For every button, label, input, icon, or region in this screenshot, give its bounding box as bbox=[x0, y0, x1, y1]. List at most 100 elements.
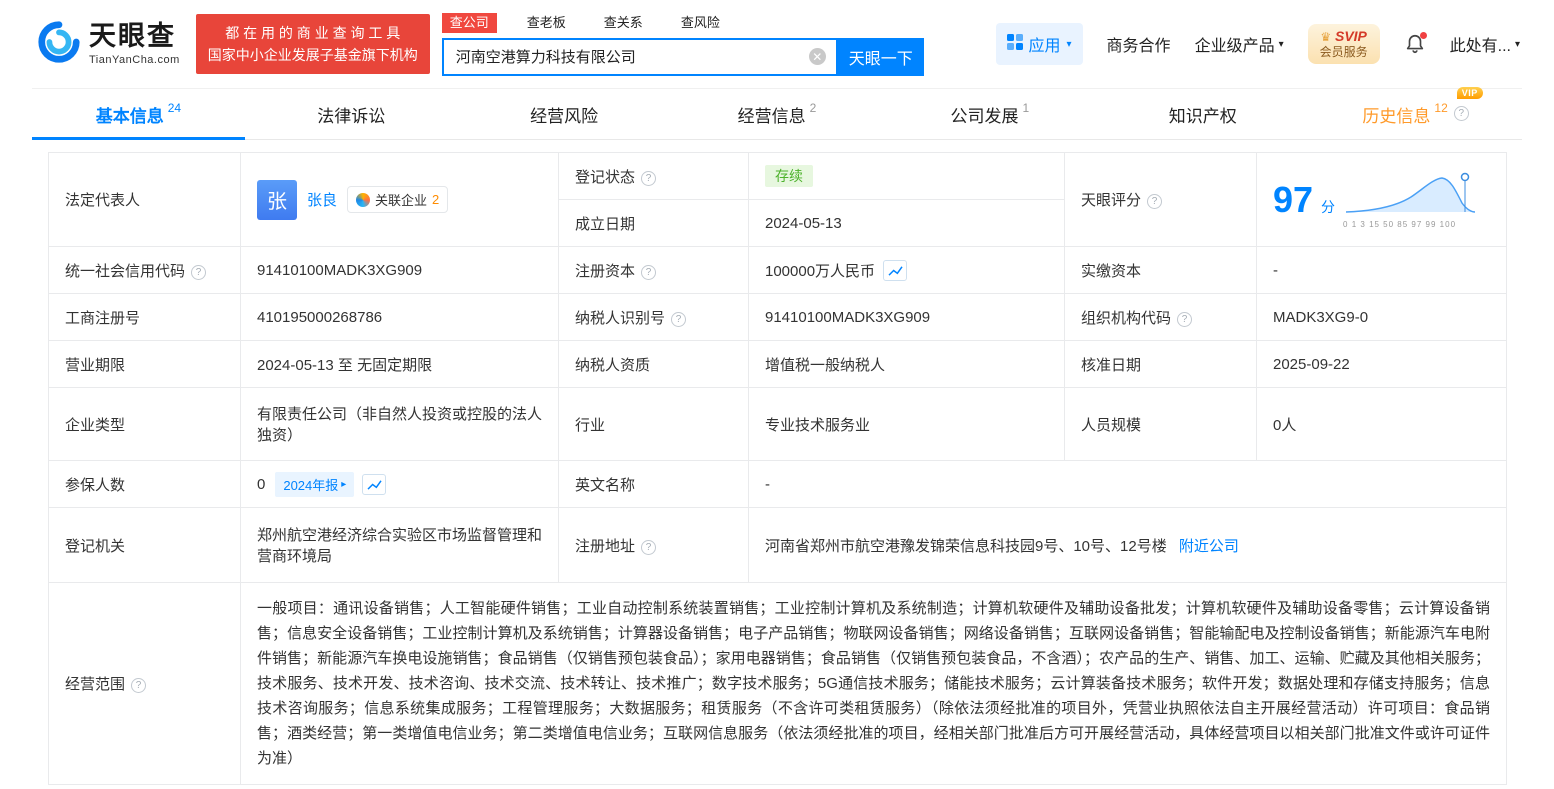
svip-membership-button[interactable]: ♛ SVIP 会员服务 bbox=[1307, 23, 1380, 65]
field-label-business-term: 营业期限 bbox=[48, 340, 241, 388]
logo-domain: TianYanCha.com bbox=[89, 53, 180, 66]
field-value-business-scope: 一般项目：通讯设备销售；人工智能硬件销售；工业自动控制系统装置销售；工业控制计算… bbox=[240, 582, 1507, 785]
field-label-reg-capital: 注册资本? bbox=[558, 246, 749, 294]
search-box: ✕ bbox=[441, 37, 838, 76]
svip-subtitle: 会员服务 bbox=[1319, 45, 1368, 60]
search-button[interactable]: 天眼一下 bbox=[837, 37, 924, 76]
field-label-reg-authority: 登记机关 bbox=[48, 507, 241, 583]
help-icon[interactable]: ? bbox=[671, 311, 687, 327]
tab-basic-count: 24 bbox=[167, 101, 182, 115]
field-value-company-type: 有限责任公司（非自然人投资或控股的法人独资） bbox=[240, 387, 559, 461]
field-value-reg-address: 河南省郑州市航空港豫发锦荣信息科技园9号、10号、12号楼 附近公司 bbox=[748, 507, 1507, 583]
status-badge: 存续 bbox=[765, 165, 813, 187]
caret-right-icon: ▸ bbox=[341, 478, 347, 490]
field-label-taxpayer-quality: 纳税人资质 bbox=[558, 340, 749, 388]
apps-label: 应用 bbox=[1028, 38, 1061, 55]
legal-rep-name-link[interactable]: 张良 bbox=[307, 189, 337, 210]
field-value-english-name: - bbox=[748, 460, 1507, 508]
notification-dot bbox=[1419, 32, 1427, 39]
related-companies-count: 2 bbox=[432, 192, 440, 207]
caret-down-icon: ▾ bbox=[1066, 38, 1072, 50]
help-icon[interactable]: ? bbox=[641, 539, 657, 555]
svip-title: SVIP bbox=[1334, 27, 1367, 44]
search-tab-relation[interactable]: 查关系 bbox=[596, 13, 651, 33]
help-icon[interactable]: ? bbox=[191, 264, 207, 280]
nav-business-cooperation[interactable]: 商务合作 bbox=[1107, 32, 1171, 56]
caret-down-icon: ▾ bbox=[1278, 38, 1284, 50]
field-value-score: 97 分 0 1 3 15 50 85 97 99 100 bbox=[1256, 152, 1507, 247]
tab-operating-risk[interactable]: 经营风险 bbox=[458, 89, 671, 139]
search-tab-risk[interactable]: 查风险 bbox=[673, 13, 728, 33]
search-input[interactable] bbox=[443, 48, 809, 65]
field-value-legal-rep: 张 张良 关联企业 2 bbox=[240, 152, 559, 247]
legal-rep-avatar: 张 bbox=[257, 179, 297, 220]
field-label-taxpayer-id: 纳税人识别号? bbox=[558, 293, 749, 341]
help-icon[interactable]: ? bbox=[1453, 105, 1469, 121]
field-label-industry: 行业 bbox=[558, 387, 749, 461]
field-label-english-name: 英文名称 bbox=[558, 460, 749, 508]
field-label-paid-capital: 实缴资本 bbox=[1064, 246, 1257, 294]
company-section-tabs: 基本信息 24 法律诉讼 经营风险 经营信息 2 公司发展 1 知识产权 VIP… bbox=[32, 86, 1522, 140]
tab-company-development[interactable]: 公司发展 1 bbox=[883, 89, 1096, 139]
notifications-bell-icon[interactable] bbox=[1404, 32, 1427, 55]
field-label-company-type: 企业类型 bbox=[48, 387, 241, 461]
caret-down-icon: ▾ bbox=[1514, 38, 1520, 50]
field-value-business-term: 2024-05-13 至 无固定期限 bbox=[240, 340, 559, 388]
field-value-reg-number: 410195000268786 bbox=[240, 293, 559, 341]
field-value-staff-size: 0人 bbox=[1256, 387, 1507, 461]
field-value-taxpayer-quality: 增值税一般纳税人 bbox=[748, 340, 1065, 388]
tab-business-count: 2 bbox=[809, 101, 817, 115]
nav-enterprise-products[interactable]: 企业级产品 ▾ bbox=[1195, 32, 1284, 56]
tab-history-count: 12 bbox=[1434, 101, 1448, 115]
tab-business-info[interactable]: 经营信息 2 bbox=[671, 89, 884, 139]
field-label-staff-size: 人员规模 bbox=[1064, 387, 1257, 461]
annual-report-badge[interactable]: 2024年报 ▸ bbox=[275, 471, 355, 497]
insured-trend-chart-icon[interactable] bbox=[362, 473, 387, 495]
logo-title: 天眼查 bbox=[89, 20, 176, 51]
help-icon[interactable]: ? bbox=[641, 170, 657, 186]
apps-menu-button[interactable]: 应用 ▾ bbox=[995, 23, 1083, 65]
field-value-reg-status: 存续 bbox=[748, 152, 1065, 200]
slogan-line-1: 都 在 用 的 商 业 查 询 工 具 bbox=[225, 25, 401, 41]
field-value-credit-code: 91410100MADK3XG909 bbox=[240, 246, 559, 294]
field-value-approval-date: 2025-09-22 bbox=[1256, 340, 1507, 388]
clear-search-icon[interactable]: ✕ bbox=[808, 48, 826, 65]
tianyancha-logo[interactable]: 天眼查 TianYanCha.com bbox=[36, 19, 180, 70]
search-type-tabs: 查公司 查老板 查关系 查风险 bbox=[441, 12, 924, 33]
help-icon[interactable]: ? bbox=[131, 678, 147, 693]
logo-swirl-icon bbox=[36, 19, 82, 70]
related-companies-badge[interactable]: 关联企业 2 bbox=[347, 186, 449, 213]
header-right-nav: 应用 ▾ 商务合作 企业级产品 ▾ ♛ SVIP 会员服务 此处有... ▾ bbox=[995, 23, 1554, 65]
field-value-insured-count: 0 2024年报 ▸ bbox=[240, 460, 559, 508]
apps-grid-icon bbox=[1006, 33, 1023, 55]
field-label-reg-number: 工商注册号 bbox=[48, 293, 241, 341]
nearby-companies-link[interactable]: 附近公司 bbox=[1179, 538, 1239, 555]
field-label-org-code: 组织机构代码? bbox=[1064, 293, 1257, 341]
tab-history-info[interactable]: VIP 历史信息 12 ? bbox=[1309, 86, 1522, 139]
tab-basic-info[interactable]: 基本信息 24 bbox=[32, 89, 245, 140]
search-tab-company[interactable]: 查公司 bbox=[441, 12, 497, 33]
tianyan-score[interactable]: 97 分 0 1 3 15 50 85 97 99 100 bbox=[1273, 171, 1490, 229]
score-axis-labels: 0 1 3 15 50 85 97 99 100 bbox=[1343, 219, 1457, 229]
help-icon[interactable]: ? bbox=[1147, 194, 1163, 209]
field-value-reg-capital: 100000万人民币 bbox=[748, 246, 1065, 294]
field-label-business-scope: 经营范围? bbox=[48, 582, 241, 785]
capital-trend-chart-icon[interactable] bbox=[883, 259, 908, 281]
field-label-approval-date: 核准日期 bbox=[1064, 340, 1257, 388]
crown-icon: ♛ bbox=[1320, 29, 1332, 44]
score-number: 97 bbox=[1273, 178, 1314, 220]
basic-info-table: 法定代表人 张 张良 关联企业 2 登记状态? 存续 天眼评分? 97 分 0 … bbox=[48, 152, 1507, 785]
search-area: 查公司 查老板 查关系 查风险 ✕ 天眼一下 bbox=[441, 12, 924, 76]
help-icon[interactable]: ? bbox=[641, 264, 657, 280]
brand-slogan-badge: 都 在 用 的 商 业 查 询 工 具 国家中小企业发展子基金旗下机构 bbox=[195, 14, 430, 74]
field-label-insured-count: 参保人数 bbox=[48, 460, 241, 508]
search-tab-boss[interactable]: 查老板 bbox=[519, 13, 574, 33]
account-menu[interactable]: 此处有... ▾ bbox=[1450, 32, 1520, 56]
slogan-line-2: 国家中小企业发展子基金旗下机构 bbox=[207, 47, 418, 63]
vip-badge: VIP bbox=[1456, 86, 1483, 99]
tab-intellectual-property[interactable]: 知识产权 bbox=[1096, 89, 1309, 139]
tab-legal-litigation[interactable]: 法律诉讼 bbox=[245, 89, 458, 139]
help-icon[interactable]: ? bbox=[1177, 311, 1193, 327]
field-value-reg-authority: 郑州航空港经济综合实验区市场监督管理和营商环境局 bbox=[240, 507, 559, 583]
field-label-score: 天眼评分? bbox=[1064, 152, 1257, 247]
